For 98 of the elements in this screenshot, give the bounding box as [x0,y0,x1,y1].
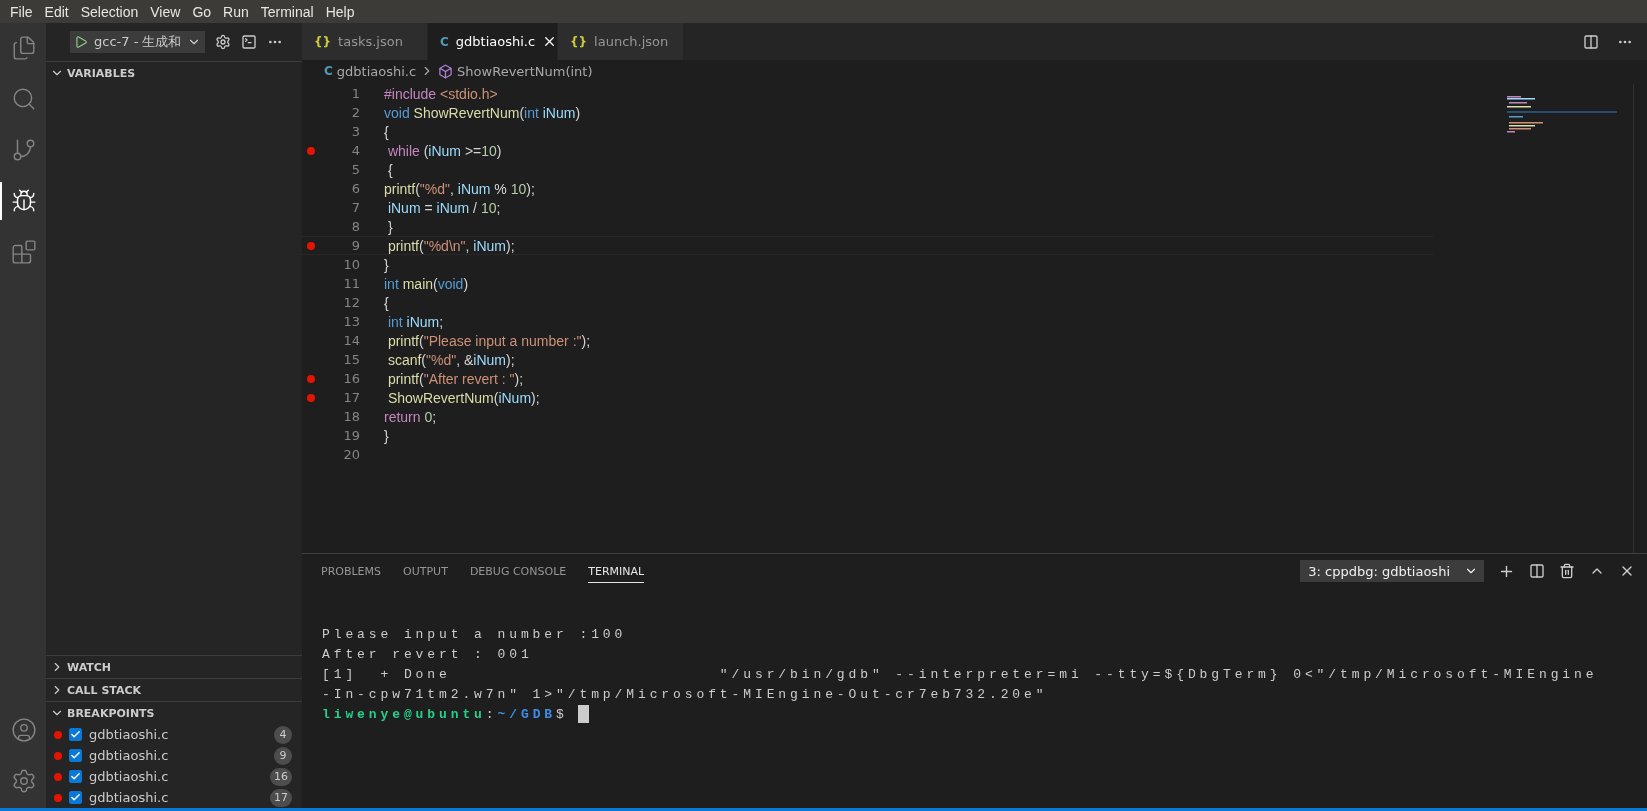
code-line: return 0; [384,408,437,425]
menu-item[interactable]: Run [217,3,255,20]
line-number: 2 [350,105,360,120]
breakpoint-dot[interactable] [307,146,315,155]
menu-item[interactable]: Selection [74,3,145,20]
code-line: } [384,256,389,273]
code-line: void ShowRevertNum(int iNum) [384,104,581,121]
code-line: printf("After revert : "); [386,370,524,387]
line-number: 9 [350,238,360,253]
breakpoint-dot [54,730,62,739]
debug-config-select[interactable]: gcc-7 - 生成和 [70,31,206,53]
section-header[interactable]: VARIABLES [46,62,302,84]
terminal-text: ~/GDB [497,706,557,722]
terminal-icon[interactable] [241,34,258,50]
line-number-badge: 17 [270,788,292,807]
gear-icon[interactable] [215,34,232,50]
code-line: } [386,218,393,235]
panel-tab[interactable]: DEBUG CONSOLE [469,559,567,583]
line-number-badge: 16 [270,767,292,786]
code-line: while (iNum >=10) [386,142,502,159]
code-line: iNum = iNum / 10; [386,199,501,216]
line-number: 8 [350,219,360,234]
menu-item[interactable]: Go [186,3,218,20]
breadcrumb-symbol[interactable]: ShowRevertNum(int) [457,63,593,79]
line-number: 14 [342,333,360,348]
section-header[interactable]: CALL STACK [46,679,302,701]
code-line: { [384,123,389,140]
section-header[interactable]: WATCH [46,656,302,678]
code-line: scanf("%d", &iNum); [386,351,515,368]
line-number: 20 [342,447,360,462]
terminal-text: -In-cpw71tm2.w7n" 1>"/tmp/Microsoft-MIEngine-Out-cr7eb732.20e" [322,686,1048,702]
code-line: } [384,427,389,444]
line-number: 3 [350,124,360,139]
code-line: int main(void) [384,275,469,292]
terminal-text: [1] + Done "/usr/bin/gdb" --interpreter=mi --tty=${DbgTerm} 0<"/tmp/Microsoft-MIEngine [322,666,1598,682]
menu-item[interactable]: Edit [38,3,75,20]
section-header[interactable]: BREAKPOINTS [46,702,302,724]
code-line: printf("%d\n", iNum); [386,237,515,254]
terminal-text: After revert : 001 [322,646,533,662]
line-number: 15 [342,352,360,367]
menu-item[interactable]: File [4,3,39,20]
code-line: { [386,161,393,178]
line-number: 12 [342,295,360,310]
panel-tab[interactable]: OUTPUT [403,559,448,583]
breakpoint-file[interactable]: gdbtiaoshi.c [89,748,267,763]
terminal-text: $ [556,706,568,722]
breakpoint-dot[interactable] [307,393,315,402]
editor-tab[interactable]: {} tasks.json [302,23,428,60]
checkbox[interactable] [69,770,82,783]
line-number-badge: 9 [274,746,292,765]
code-line: printf("%d", iNum % 10); [384,180,535,197]
checkbox[interactable] [69,749,82,762]
breakpoint-dot [54,793,62,802]
menu-item[interactable]: Help [319,3,361,20]
terminal-text: liwenye@ubuntu [322,706,486,722]
line-number: 7 [350,200,360,215]
cube-icon [438,63,454,79]
breadcrumb-file[interactable]: gdbtiaoshi.c [336,63,417,79]
breakpoint-dot[interactable] [307,374,315,383]
line-number: 17 [342,390,360,405]
line-number: 11 [342,276,360,291]
line-number: 4 [350,143,360,158]
line-number: 16 [342,371,360,386]
split-icon[interactable] [1529,563,1545,579]
c-file-icon: C [324,64,333,78]
terminal-text: Please input a number :100 [322,626,627,642]
code-line: { [384,294,389,311]
line-number: 18 [342,409,360,424]
line-number: 13 [342,314,360,329]
checkbox[interactable] [69,728,82,741]
split-editor-icon[interactable] [1583,33,1599,50]
trash-icon[interactable] [1559,563,1575,579]
panel-tab[interactable]: TERMINAL [588,559,645,583]
line-number: 6 [350,181,360,196]
play-icon[interactable] [74,35,88,49]
code-line: printf("Please input a number :"); [386,332,591,349]
breakpoint-file[interactable]: gdbtiaoshi.c [89,727,267,742]
line-number-badge: 4 [274,725,292,744]
editor-tab[interactable]: C gdbtiaoshi.c [428,23,558,60]
line-number: 1 [350,86,360,101]
menu-item[interactable]: Terminal [254,3,320,20]
menu-item[interactable]: View [144,3,187,20]
line-number: 19 [342,428,360,443]
code-line: ShowRevertNum(iNum); [386,389,540,406]
breakpoint-dot[interactable] [307,241,315,250]
terminal-select[interactable]: 3: cppdbg: gdbtiaoshi [1300,560,1484,582]
breakpoint-file[interactable]: gdbtiaoshi.c [89,769,263,784]
breakpoint-dot [54,751,62,760]
breakpoint-dot [54,772,62,781]
line-number: 5 [350,162,360,177]
terminal-text: : [485,706,498,722]
code-line: int iNum; [386,313,444,330]
editor-tab[interactable]: {} launch.json [558,23,684,60]
checkbox[interactable] [69,791,82,804]
breakpoint-file[interactable]: gdbtiaoshi.c [89,790,263,805]
line-number: 10 [342,257,360,272]
code-line: #include <stdio.h> [384,85,498,102]
panel-tab[interactable]: PROBLEMS [321,559,382,583]
